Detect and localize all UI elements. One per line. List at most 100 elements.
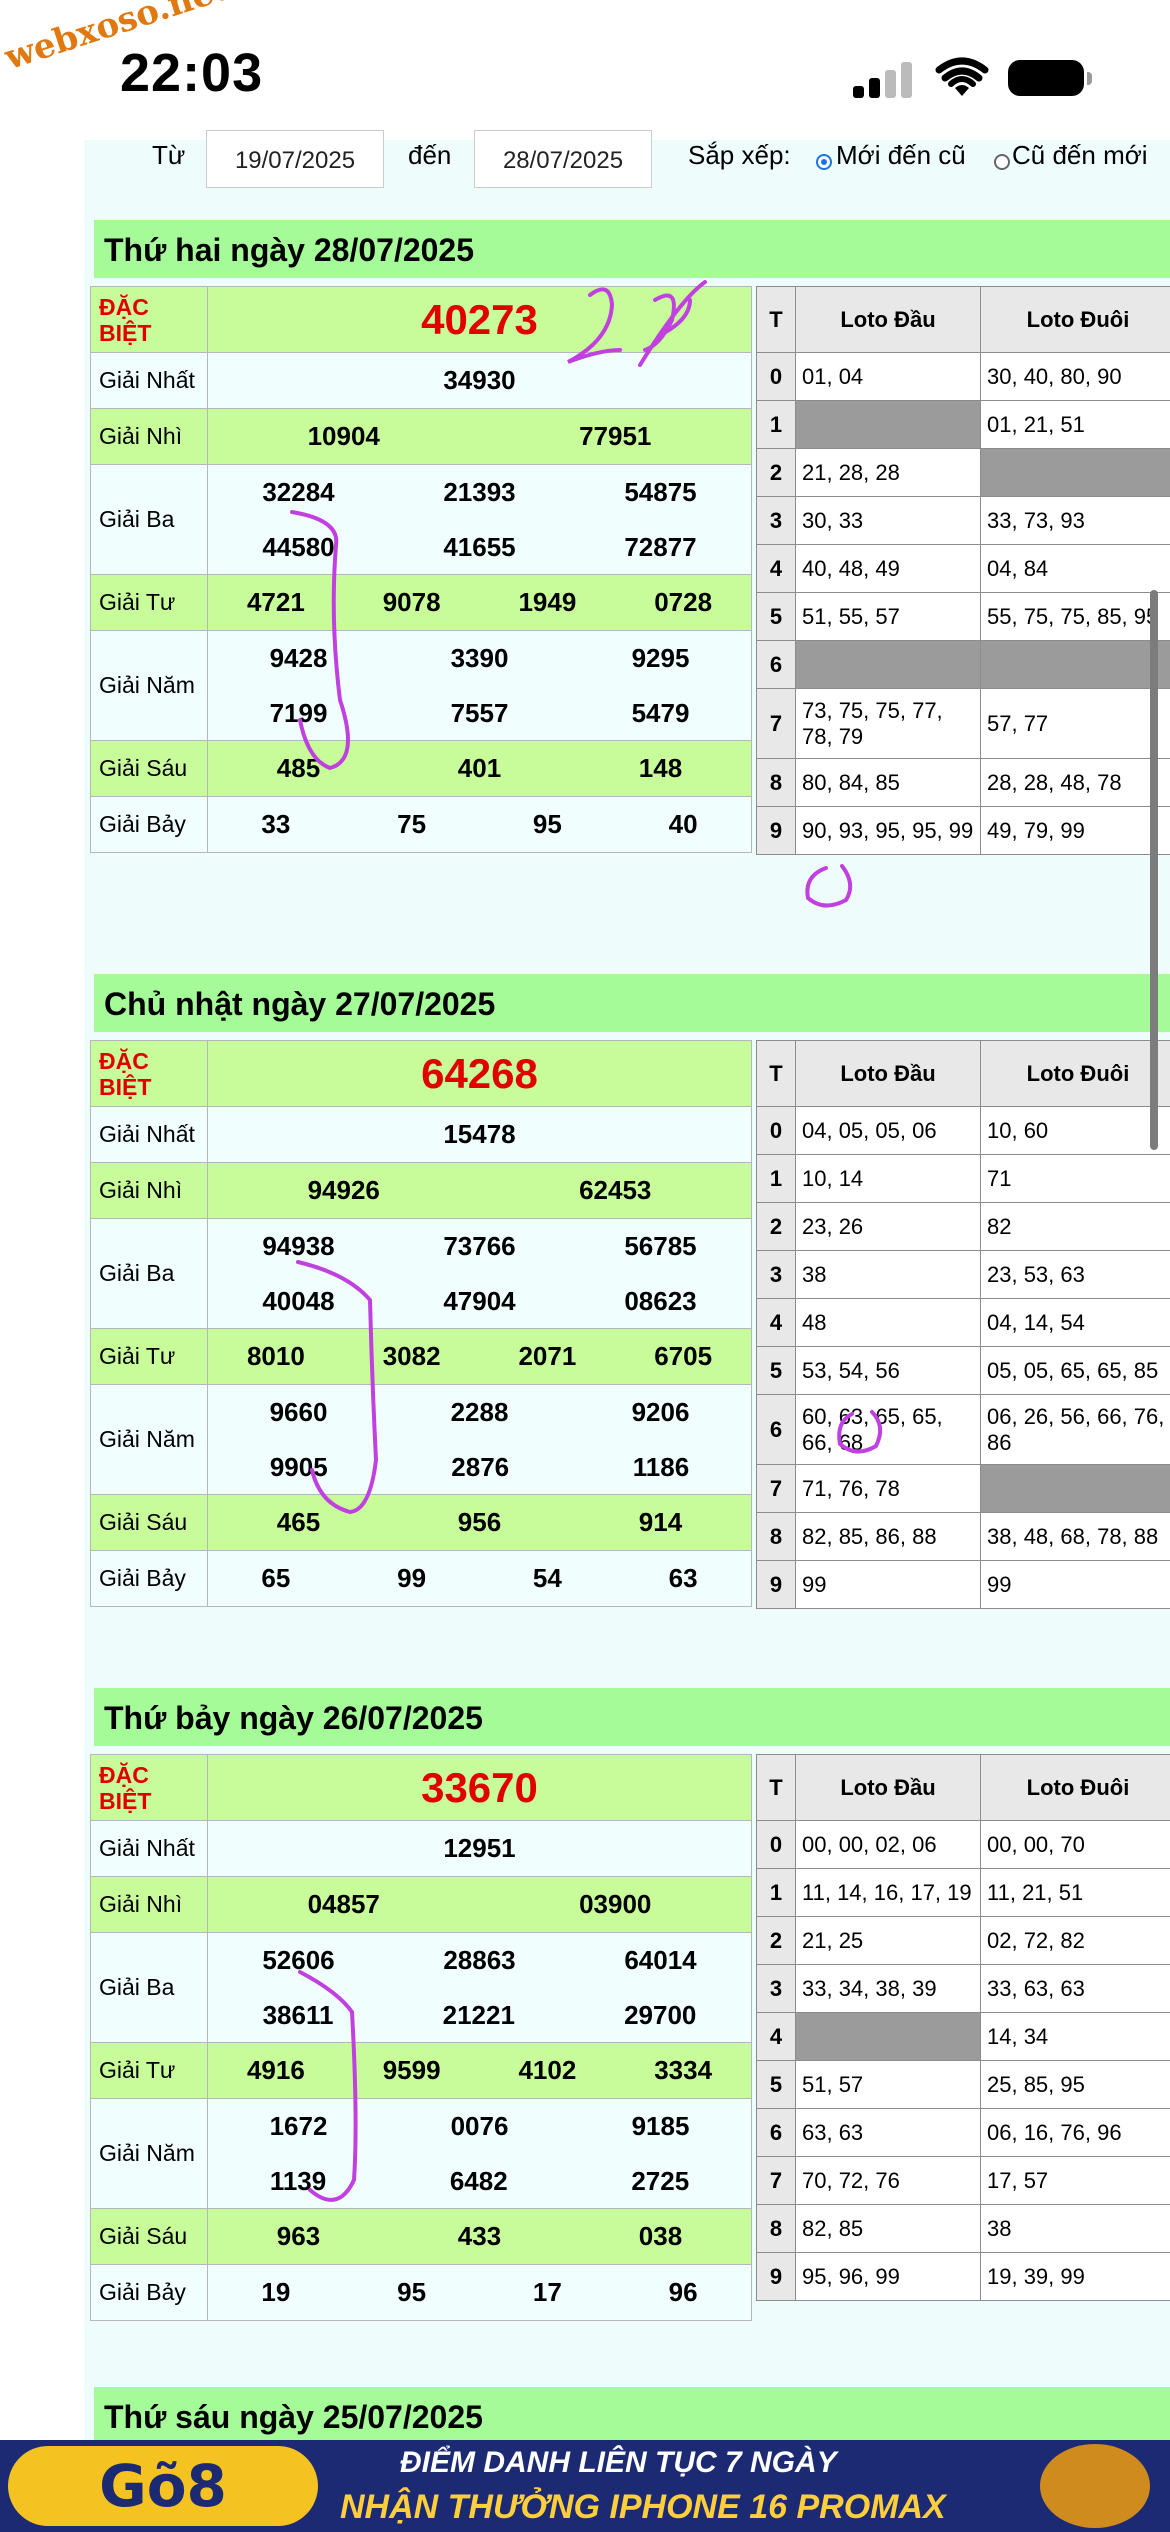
scrollbar[interactable] [1150,590,1158,1150]
prize-number: 28863 [443,1944,516,1975]
loto-digit: 2 [756,448,796,497]
special-prize: 40273 [207,286,752,353]
prize-number: 038 [638,2221,683,2251]
loto-digit: 4 [756,2012,796,2061]
loto-digit: 0 [756,352,796,401]
prize-number: 40048 [262,1285,335,1316]
prize-number: 1672 [269,2110,328,2141]
loto-duoi-cell: 33, 63, 63 [980,1964,1170,2013]
prize-number: 0728 [654,587,713,617]
prize-number: 03900 [579,1889,652,1919]
radio-new-to-old[interactable] [816,154,832,170]
label-special: ĐẶC BIỆT [90,1040,208,1107]
banner-subline: NHẬN THƯỞNG IPHONE 16 PROMAX [340,2488,946,2526]
prize-number: 9660 [269,1396,328,1427]
loto-digit: 8 [756,758,796,807]
loto-digit: 1 [756,1154,796,1203]
loto-duoi-cell: 57, 77 [980,688,1170,759]
label-g1: Giải Nhất [90,1106,208,1163]
loto-duoi-cell: 71 [980,1154,1170,1203]
loto-duoi-cell: 06, 26, 56, 66, 76, 86 [980,1394,1170,1465]
prize-number: 40 [668,809,698,839]
prize-number: 2071 [518,1341,577,1371]
prize-number: 77951 [579,421,652,451]
prize-number: 63 [668,1563,698,1593]
loto-duoi-cell: 05, 05, 65, 65, 85 [980,1346,1170,1395]
banner-logo: Gõ8 [8,2446,318,2526]
loto-digit: 0 [756,1106,796,1155]
prize-number: 64014 [624,1944,697,1975]
loto-dau-cell: 40, 48, 49 [795,544,981,593]
prize-number: 44580 [262,531,335,562]
label-g5: Giải Năm [90,2098,208,2209]
prize-number: 73766 [443,1230,516,1261]
loto-col-t: T [756,1040,796,1107]
loto-dau-cell: 21, 28, 28 [795,448,981,497]
prize-number: 914 [638,1507,683,1537]
sort-new-to-old-label[interactable]: Mới đến cũ [836,140,966,171]
prize-number: 21221 [442,1999,515,2030]
from-date-input[interactable]: 19/07/2025 [206,130,384,188]
prize-number: 148 [638,753,683,783]
prize-number: 1139 [269,2165,327,2196]
to-date-input[interactable]: 28/07/2025 [474,130,652,188]
loto-duoi-cell: 23, 53, 63 [980,1250,1170,1299]
ad-banner[interactable]: Gõ8 ĐIỂM DANH LIÊN TỤC 7 NGÀY NHẬN THƯỞN… [0,2440,1170,2532]
day-header: Thứ sáu ngày 25/07/2025 [94,2387,1170,2445]
prize-number: 10904 [307,421,380,451]
prize-number: 95 [532,809,562,839]
prize-number: 4102 [518,2055,577,2085]
loto-duoi-cell [980,640,1170,689]
loto-dau-cell: 51, 55, 57 [795,592,981,641]
prize-number: 9905 [269,1451,328,1482]
loto-dau-cell: 80, 84, 85 [795,758,981,807]
loto-digit: 1 [756,1868,796,1917]
loto-digit: 6 [756,1394,796,1465]
loto-duoi-cell: 38 [980,2204,1170,2253]
loto-digit: 7 [756,688,796,759]
loto-digit: 8 [756,1512,796,1561]
prize-number: 95 [397,2277,427,2307]
loto-col-t: T [756,1754,796,1821]
loto-col-duoi: Loto Đuôi [980,286,1170,353]
prize-number: 38611 [262,1999,334,2030]
loto-dau-cell: 00, 00, 02, 06 [795,1820,981,1869]
loto-duoi-cell: 14, 34 [980,2012,1170,2061]
loto-digit: 9 [756,1560,796,1609]
prize-number: 465 [276,1507,321,1537]
to-label: đến [408,140,452,170]
prize-number: 32284 [262,476,335,507]
prize-number: 1186 [632,1451,690,1482]
loto-dau-cell: 60, 63, 65, 65, 66, 68 [795,1394,981,1465]
loto-duoi-cell: 25, 85, 95 [980,2060,1170,2109]
prize-table: ĐẶC BIỆT 64268 Giải Nhất 15478 Giải Nhì 94926… [90,1040,752,1607]
loto-digit: 3 [756,1964,796,2013]
clock: 22:03 [120,43,264,103]
loto-dau-cell: 11, 14, 16, 17, 19 [795,1868,981,1917]
prize-number: 52606 [262,1944,335,1975]
day-header: Thứ bảy ngày 26/07/2025 [94,1688,1170,1746]
prize-number: 4721 [246,587,305,617]
loto-col-duoi: Loto Đuôi [980,1754,1170,1821]
label-special: ĐẶC BIỆT [90,286,208,353]
loto-duoi-cell: 28, 28, 48, 78 [980,758,1170,807]
loto-dau-cell: 73, 75, 75, 77, 78, 79 [795,688,981,759]
loto-duoi-cell: 00, 00, 70 [980,1820,1170,1869]
loto-dau-cell [795,640,981,689]
label-g4: Giải Tư [90,574,208,631]
label-g5: Giải Năm [90,1384,208,1495]
loto-col-dau: Loto Đầu [795,1754,981,1821]
loto-dau-cell: 95, 96, 99 [795,2252,981,2301]
loto-dau-cell: 23, 26 [795,1202,981,1251]
label-g2: Giải Nhì [90,1876,208,1933]
label-g4: Giải Tư [90,2042,208,2099]
loto-dau-cell: 04, 05, 05, 06 [795,1106,981,1155]
loto-dau-cell: 99 [795,1560,981,1609]
label-g3: Giải Ba [90,464,208,575]
sort-old-to-new-label[interactable]: Cũ đến mới [1012,140,1148,171]
loto-table: T Loto Đầu Loto Đuôi 0 01, 04 30, 40, 80, 90 1… [756,286,1170,855]
prize-number: 2876 [451,1451,510,1482]
radio-old-to-new[interactable] [994,154,1010,170]
loto-digit: 9 [756,806,796,855]
from-label: Từ [152,140,186,170]
